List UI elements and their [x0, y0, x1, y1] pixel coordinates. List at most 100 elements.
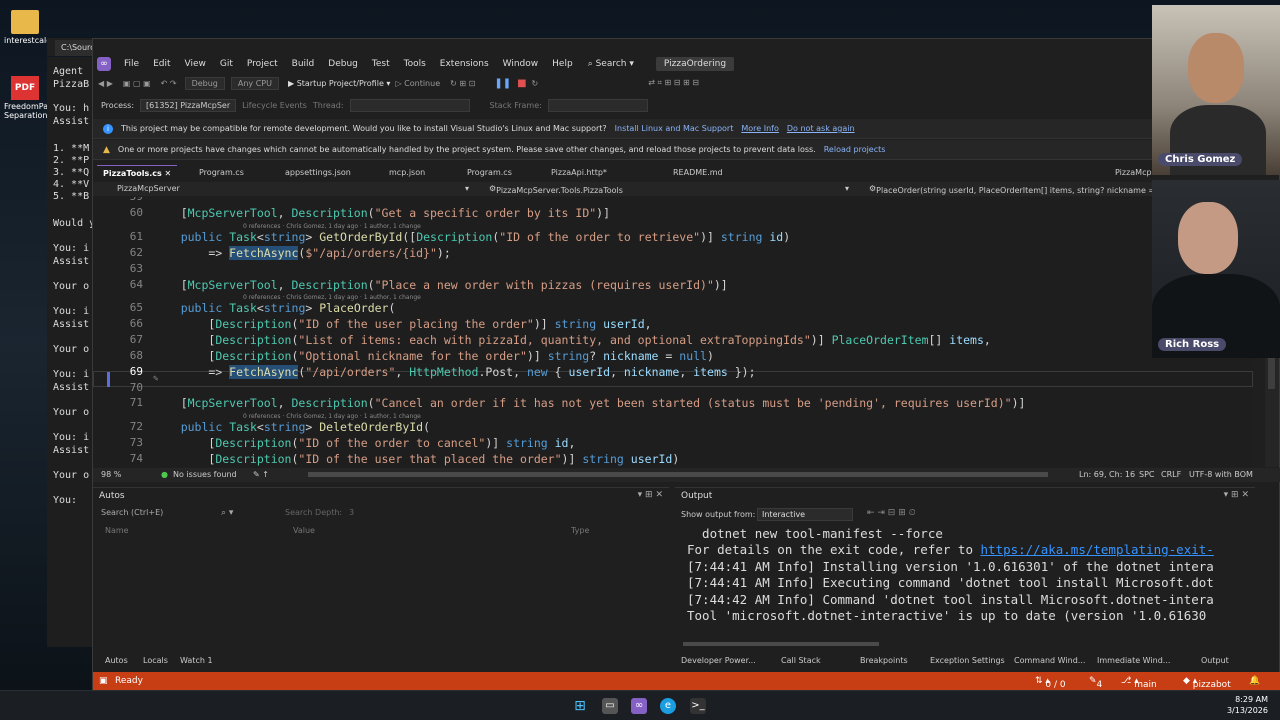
- tab-autos[interactable]: Autos: [105, 656, 128, 665]
- output-line: dotnet new tool-manifest --force: [687, 526, 943, 541]
- type-dropdown[interactable]: ⚙ PizzaMcpServer.Tools.PizzaTools: [489, 184, 623, 195]
- thread-dropdown[interactable]: [349, 98, 470, 112]
- whitespace-mode[interactable]: SPC: [1139, 470, 1155, 479]
- code-token: )]: [526, 349, 548, 363]
- document-tab[interactable]: PizzaTools.cs ✕: [97, 165, 178, 181]
- browser-taskbar-icon[interactable]: e: [660, 698, 676, 714]
- hot-reload-icon[interactable]: ↻ ⊞ ⊡: [445, 79, 480, 88]
- menu-git[interactable]: Git: [213, 59, 240, 69]
- menu-project[interactable]: Project: [240, 59, 285, 69]
- do-not-ask-link[interactable]: Do not ask again: [787, 124, 855, 133]
- tab-output[interactable]: Output: [1201, 656, 1229, 665]
- tab-breakpoints[interactable]: Breakpoints: [860, 656, 908, 665]
- tab-locals[interactable]: Locals: [143, 656, 168, 665]
- menu-tools[interactable]: Tools: [397, 59, 433, 69]
- codelens-info[interactable]: 0 references · Chris Gomez, 1 day ago · …: [243, 294, 421, 301]
- project-dropdown[interactable]: PizzaMcpServer: [117, 184, 180, 193]
- branch-icon[interactable]: ⎇ main ▴: [1121, 676, 1157, 690]
- process-dropdown[interactable]: [61352] PizzaMcpSer: [140, 98, 237, 112]
- tab-command-window[interactable]: Command Wind...: [1014, 656, 1085, 665]
- column-header-type[interactable]: Type: [571, 526, 589, 535]
- install-linux-mac-link[interactable]: Install Linux and Mac Support: [615, 124, 734, 133]
- tab-call-stack[interactable]: Call Stack: [781, 656, 821, 665]
- menu-debug[interactable]: Debug: [321, 59, 365, 69]
- member-dropdown[interactable]: ⚙ PlaceOrder(string userId, PlaceOrderIt…: [869, 184, 1163, 195]
- tab-developer-power[interactable]: Developer Power...: [681, 656, 756, 665]
- configuration-dropdown[interactable]: Debug: [184, 76, 225, 90]
- task-view-icon[interactable]: ▭: [602, 698, 618, 714]
- stack-frame-dropdown[interactable]: [547, 98, 648, 112]
- editor-horizontal-scrollbar[interactable]: [308, 472, 1048, 477]
- terminal-taskbar-icon[interactable]: >_: [690, 698, 706, 714]
- stop-icon[interactable]: ■: [517, 78, 526, 89]
- background-terminal[interactable]: Agent PizzaB You: h Assist 1. **M 2. **P 3. **…: [47, 57, 92, 647]
- document-tab[interactable]: Program.cs: [461, 165, 518, 181]
- zoom-level[interactable]: 98 %: [101, 470, 121, 479]
- desktop-icon-freedompay[interactable]: PDF FreedomPay Separation...: [4, 76, 55, 120]
- restart-icon[interactable]: ↻: [527, 79, 544, 88]
- tab-exception-settings[interactable]: Exception Settings: [930, 656, 1005, 665]
- issues-status[interactable]: No issues found: [173, 470, 237, 479]
- continue-button[interactable]: ▷ Continue: [390, 79, 445, 88]
- chevron-down-icon[interactable]: ▾: [465, 184, 469, 193]
- desktop-icon-interestcalc[interactable]: interestcalc...: [4, 10, 58, 45]
- chevron-down-icon[interactable]: ▾: [845, 184, 849, 193]
- codelens-info[interactable]: 0 references · Chris Gomez, 1 day ago · …: [243, 223, 421, 230]
- platform-dropdown[interactable]: Any CPU: [230, 76, 279, 90]
- document-tab[interactable]: README.md: [667, 165, 729, 181]
- output-toolbar-icons[interactable]: ⇤ ⇥ ⊟ ⊞ ⏲: [867, 508, 916, 518]
- new-item-icon[interactable]: ▣ ▢ ▣: [118, 79, 156, 88]
- pencil-icon[interactable]: ✎ 4: [1089, 676, 1102, 690]
- code-editor[interactable]: ✎ 5960 [McpServerTool, Description("Get …: [93, 197, 1253, 467]
- repo-icon[interactable]: ◆ pizzabot ▴: [1183, 676, 1231, 690]
- document-tab[interactable]: PizzaApi.http*: [545, 165, 613, 181]
- brush-icon[interactable]: ✎ ↑: [253, 470, 269, 479]
- notifications-icon[interactable]: 🔔: [1249, 676, 1260, 686]
- code-token: HttpMethod: [409, 365, 479, 379]
- menu-test[interactable]: Test: [365, 59, 397, 69]
- menu-view[interactable]: View: [178, 59, 213, 69]
- search-box[interactable]: ⌕ Search ▾: [580, 59, 642, 69]
- search-depth-dropdown[interactable]: 3: [349, 508, 354, 517]
- navigate-back-icon[interactable]: ◀ ▶: [93, 79, 118, 88]
- output-link[interactable]: https://aka.ms/templating-exit-: [981, 542, 1214, 557]
- search-icon[interactable]: ⌕ ▾: [221, 508, 233, 518]
- sync-count: 0 / 0: [1045, 680, 1066, 690]
- column-header-name[interactable]: Name: [105, 526, 129, 535]
- windows-start-icon[interactable]: ⊞: [572, 698, 588, 714]
- output-line: Tool 'microsoft.dotnet-interactive' is u…: [687, 608, 1207, 623]
- document-tab[interactable]: appsettings.json: [279, 165, 357, 181]
- line-endings[interactable]: CRLF: [1161, 470, 1181, 479]
- menu-edit[interactable]: Edit: [146, 59, 177, 69]
- column-header-value[interactable]: Value: [293, 526, 315, 535]
- lifecycle-events-button[interactable]: Lifecycle Events: [242, 101, 307, 110]
- startup-project-dropdown[interactable]: ▶ Startup Project/Profile ▾: [288, 79, 390, 88]
- codelens-info[interactable]: 0 references · Chris Gomez, 1 day ago · …: [243, 413, 421, 420]
- menu-help[interactable]: Help: [545, 59, 580, 69]
- file-encoding[interactable]: UTF-8 with BOM: [1189, 470, 1253, 479]
- panel-controls-icon[interactable]: ▾ ⊞ ✕: [1224, 490, 1249, 500]
- output-source-dropdown[interactable]: Interactive: [757, 508, 853, 521]
- tab-immediate-window[interactable]: Immediate Wind...: [1097, 656, 1170, 665]
- code-token: [: [153, 396, 188, 410]
- menu-build[interactable]: Build: [285, 59, 322, 69]
- menu-window[interactable]: Window: [496, 59, 546, 69]
- system-clock[interactable]: 8:29 AM 3/13/2026: [1227, 694, 1268, 716]
- standard-toolbar: ◀ ▶ ▣ ▢ ▣ ↶ ↷ Debug Any CPU ▶ Startup Pr…: [93, 73, 1153, 93]
- more-info-link[interactable]: More Info: [741, 124, 779, 133]
- output-horizontal-scrollbar[interactable]: [683, 642, 879, 646]
- autos-search-input[interactable]: Search (Ctrl+E): [101, 508, 241, 522]
- debug-tools-icons[interactable]: ⇄ ⌗ ⊞ ⊟ ⊞ ⊟: [643, 78, 704, 88]
- sync-icon[interactable]: ⇅ 0 / 0 ▴: [1035, 676, 1066, 690]
- pause-icon[interactable]: ❚❚: [494, 78, 511, 89]
- document-tab[interactable]: mcp.json: [383, 165, 431, 181]
- close-icon[interactable]: ✕: [162, 169, 172, 178]
- undo-icon[interactable]: ↶ ↷: [156, 79, 182, 88]
- menu-extensions[interactable]: Extensions: [433, 59, 496, 69]
- reload-projects-link[interactable]: Reload projects: [824, 145, 886, 154]
- panel-controls-icon[interactable]: ▾ ⊞ ✕: [638, 490, 663, 500]
- visual-studio-taskbar-icon[interactable]: ∞: [631, 698, 647, 714]
- document-tab[interactable]: Program.cs: [193, 165, 250, 181]
- tab-watch-1[interactable]: Watch 1: [180, 656, 213, 665]
- menu-file[interactable]: File: [117, 59, 146, 69]
